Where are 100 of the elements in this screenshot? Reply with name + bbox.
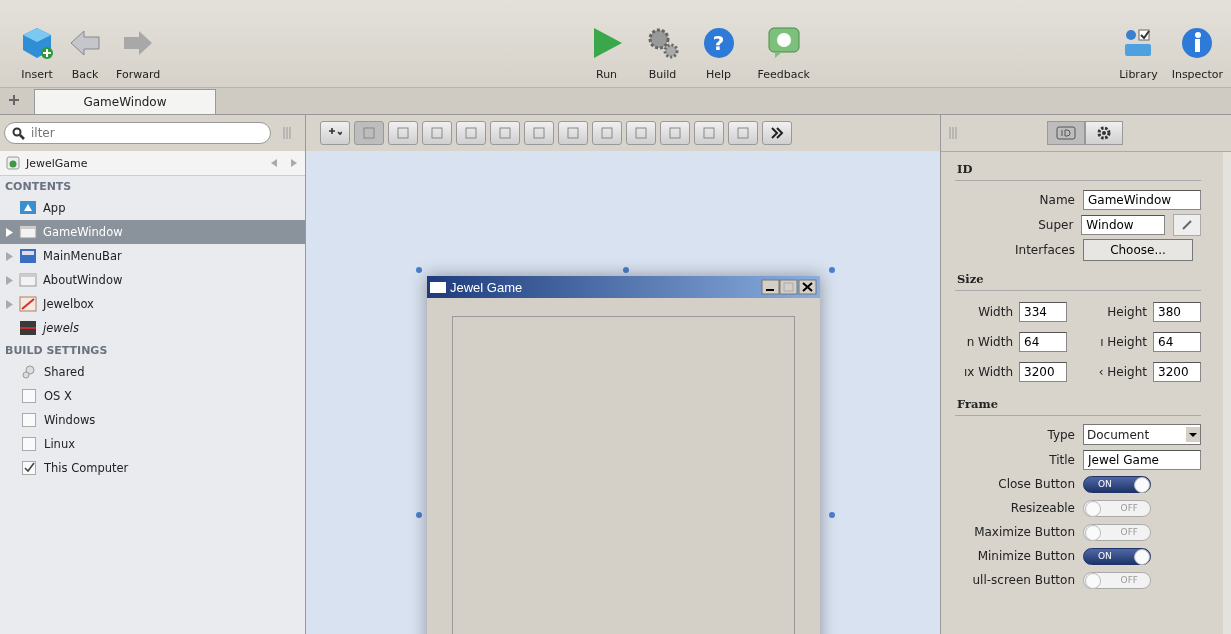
build-target-label: Windows (44, 413, 96, 427)
more-button[interactable] (762, 121, 792, 145)
picture-icon (19, 320, 37, 336)
layout-tool-button[interactable] (558, 121, 588, 145)
canvas-icon (19, 296, 37, 312)
layout-tool-button[interactable] (660, 121, 690, 145)
toggle-switch[interactable]: ON (1083, 475, 1151, 493)
layout-tool-button[interactable] (490, 121, 520, 145)
cube-icon (20, 26, 54, 60)
build-target-label: OS X (44, 389, 72, 403)
add-menu-button[interactable] (320, 121, 350, 145)
navigator-item[interactable]: App (0, 196, 305, 220)
edit-button[interactable] (1173, 213, 1201, 236)
section-heading: Frame (955, 387, 1201, 416)
build-button[interactable]: Build (641, 26, 684, 81)
height-field[interactable]: 64 (1153, 332, 1201, 352)
section-heading: CONTENTS (4, 179, 73, 195)
project-icon (6, 156, 20, 170)
tool-icon (736, 126, 750, 140)
toggle-switch[interactable]: ON (1083, 547, 1151, 565)
checkbox[interactable] (22, 461, 36, 475)
checkbox[interactable] (22, 413, 36, 427)
section-heading: ID (955, 152, 1201, 181)
splitter-handle-icon[interactable] (283, 127, 291, 139)
resize-handle[interactable] (623, 267, 629, 273)
resize-handle[interactable] (829, 267, 835, 273)
settings-icon (1096, 125, 1112, 141)
project-name: JewelGame (26, 156, 89, 170)
navigator-item[interactable]: jewels (0, 316, 305, 340)
document-tab[interactable]: GameWindow (34, 89, 216, 114)
disclosure-triangle-icon[interactable] (5, 227, 13, 237)
checkbox[interactable] (22, 389, 36, 403)
tool-icon (566, 126, 580, 140)
feedback-button[interactable]: Feedback (753, 26, 814, 81)
forward-button[interactable]: Forward (112, 26, 165, 81)
add-tab-icon[interactable] (8, 94, 20, 106)
super-field[interactable]: Window (1081, 214, 1166, 235)
help-button[interactable]: ? Help (697, 26, 740, 81)
layout-tool-button[interactable] (694, 121, 724, 145)
switch-label: Close Button (997, 477, 1075, 491)
field-label: Type (1046, 427, 1075, 442)
tool-icon (362, 126, 376, 140)
layout-tool-button[interactable] (422, 121, 452, 145)
layout-tool-button[interactable] (388, 121, 418, 145)
search-field[interactable]: ilter (4, 122, 271, 144)
inspector-button[interactable]: Inspector (1167, 26, 1227, 81)
app-icon (19, 200, 37, 216)
settings-tab[interactable] (1085, 121, 1123, 145)
build-target-label: Linux (44, 437, 75, 451)
navigation-arrows-icon[interactable] (269, 158, 299, 168)
title-field[interactable]: Jewel Game (1083, 449, 1201, 470)
disclosure-triangle-icon[interactable] (5, 299, 13, 309)
id-card-icon (1056, 126, 1076, 140)
window-controls-icon (761, 279, 817, 295)
run-button[interactable]: Run (585, 26, 628, 81)
width-field[interactable]: 334 (1019, 302, 1067, 322)
help-icon: ? (703, 28, 734, 58)
build-target-label: Shared (44, 365, 85, 379)
tool-icon (498, 126, 512, 140)
field-label: Super (1037, 217, 1074, 232)
pencil-icon (1181, 218, 1194, 231)
gears-icon (22, 365, 36, 379)
window-icon (430, 281, 446, 293)
window-title: Jewel Game (450, 279, 524, 295)
choose-button[interactable]: Choose... (1083, 238, 1193, 261)
width-field[interactable]: 3200 (1019, 362, 1067, 382)
section-heading: BUILD SETTINGS (4, 343, 109, 359)
height-field[interactable]: 3200 (1153, 362, 1201, 382)
field-label: Name (1038, 192, 1075, 207)
splitter-handle-icon[interactable] (949, 127, 957, 139)
type-dropdown[interactable]: Document (1083, 424, 1201, 445)
disclosure-triangle-icon[interactable] (5, 275, 13, 285)
switch-label: Minimize Button (976, 549, 1075, 563)
checkbox[interactable] (22, 437, 36, 451)
disclosure-triangle-icon[interactable] (5, 251, 13, 261)
name-field[interactable]: GameWindow (1083, 189, 1201, 210)
back-button[interactable]: Back (64, 26, 106, 81)
layout-tool-button[interactable] (456, 121, 486, 145)
speech-bubble-icon (766, 26, 801, 60)
resize-handle[interactable] (416, 512, 422, 518)
layout-tool-button[interactable] (592, 121, 622, 145)
navigator-item[interactable]: AboutWindow (0, 268, 305, 292)
resize-handle[interactable] (829, 512, 835, 518)
tool-icon (634, 126, 648, 140)
switch-label: Maximize Button (973, 525, 1075, 539)
layout-tool-button[interactable] (524, 121, 554, 145)
switch-label: Resizeable (1009, 501, 1075, 515)
height-field[interactable]: 380 (1153, 302, 1201, 322)
navigator-item[interactable]: Jewelbox (0, 292, 305, 316)
tool-icon (600, 126, 614, 140)
window-icon (19, 224, 37, 240)
chevrons-icon (770, 126, 784, 140)
field-label: n Width (965, 335, 1013, 349)
layout-tool-button[interactable] (626, 121, 656, 145)
resize-handle[interactable] (416, 267, 422, 273)
insert-button[interactable]: Insert (16, 26, 58, 81)
navigator-item[interactable]: MainMenuBar (0, 244, 305, 268)
build-target-label: This Computer (44, 461, 129, 475)
library-button[interactable]: Library (1115, 26, 1162, 81)
width-field[interactable]: 64 (1019, 332, 1067, 352)
